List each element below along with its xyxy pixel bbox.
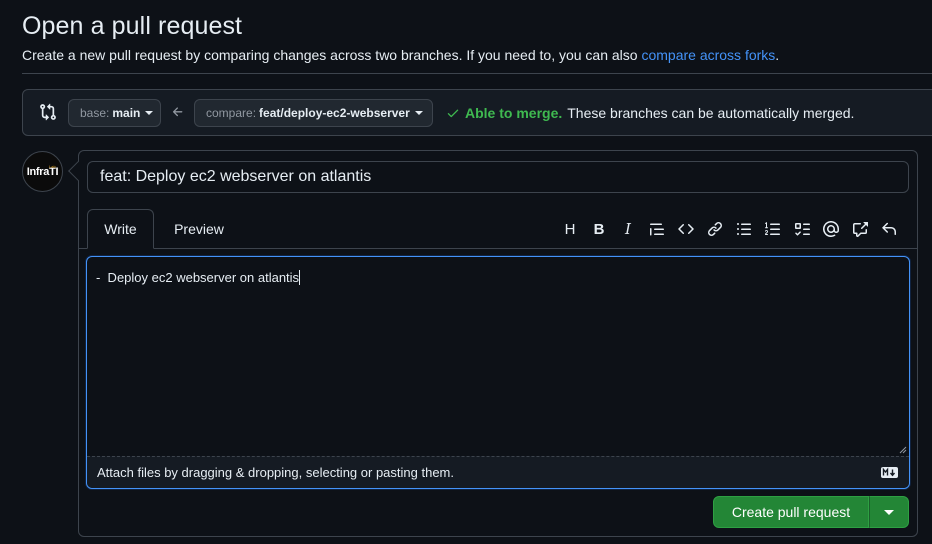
chevron-down-icon bbox=[884, 509, 894, 515]
avatar[interactable]: Lab InfraTI bbox=[22, 151, 63, 192]
resize-handle-icon[interactable] bbox=[899, 446, 907, 454]
chevron-down-icon bbox=[145, 111, 154, 115]
create-pull-request-button[interactable]: Create pull request bbox=[713, 496, 869, 528]
page-subtitle: Create a new pull request by comparing c… bbox=[22, 47, 779, 63]
merge-status: Able to merge. These branches can be aut… bbox=[446, 105, 854, 121]
code-icon bbox=[678, 223, 694, 235]
tab-write[interactable]: Write bbox=[87, 209, 154, 249]
unordered-list-button[interactable] bbox=[734, 219, 754, 239]
undo-button[interactable] bbox=[879, 219, 899, 239]
tab-preview[interactable]: Preview bbox=[163, 209, 235, 249]
mention-button[interactable] bbox=[821, 219, 841, 239]
compare-branch-name: feat/deploy-ec2-webserver bbox=[259, 106, 410, 120]
base-branch-name: main bbox=[112, 106, 141, 120]
compare-prefix: compare: bbox=[206, 106, 257, 120]
bold-button[interactable]: B bbox=[589, 219, 609, 239]
create-pull-request-group: Create pull request bbox=[713, 496, 909, 528]
check-icon bbox=[447, 109, 459, 118]
merge-status-label: Able to merge. bbox=[465, 105, 563, 121]
merge-status-description: These branches can be automatically merg… bbox=[567, 105, 855, 121]
subtitle-text: Create a new pull request by comparing c… bbox=[22, 47, 638, 63]
git-compare-icon bbox=[40, 103, 56, 121]
mention-icon bbox=[823, 221, 839, 237]
description-textarea[interactable]: - Deploy ec2 webserver on atlantis bbox=[96, 270, 301, 285]
chevron-down-icon bbox=[414, 111, 423, 115]
link-icon bbox=[707, 221, 723, 237]
base-branch-select[interactable]: base: main bbox=[68, 99, 161, 127]
task-list-button[interactable] bbox=[792, 219, 812, 239]
heading-button[interactable]: H bbox=[560, 219, 580, 239]
list-ordered-icon bbox=[765, 222, 780, 235]
cross-reference-icon bbox=[853, 222, 868, 237]
reply-icon bbox=[882, 222, 896, 235]
title-input[interactable] bbox=[87, 161, 909, 193]
subtitle-end: . bbox=[775, 47, 780, 63]
page-title: Open a pull request bbox=[22, 12, 243, 40]
ordered-list-button[interactable] bbox=[763, 219, 783, 239]
cross-reference-button[interactable] bbox=[850, 219, 870, 239]
quote-button[interactable] bbox=[647, 219, 667, 239]
attach-files-bar[interactable]: Attach files by dragging & dropping, sel… bbox=[87, 456, 909, 488]
task-list-icon bbox=[795, 223, 810, 236]
avatar-small-text: Lab bbox=[49, 164, 56, 169]
compare-across-forks-link[interactable]: compare across forks bbox=[641, 47, 775, 63]
markdown-icon bbox=[881, 467, 898, 478]
description-editor[interactable]: - Deploy ec2 webserver on atlantis Attac… bbox=[86, 256, 910, 489]
description-text: - Deploy ec2 webserver on atlantis bbox=[96, 270, 300, 285]
attach-files-text: Attach files by dragging & dropping, sel… bbox=[97, 465, 454, 480]
markdown-toolbar: H B I bbox=[560, 219, 908, 239]
arrow-left-icon bbox=[172, 107, 183, 117]
header-divider bbox=[22, 73, 932, 74]
text-cursor bbox=[299, 270, 301, 285]
list-unordered-icon bbox=[737, 223, 751, 235]
quote-icon bbox=[650, 223, 664, 236]
base-prefix: base: bbox=[80, 106, 110, 120]
link-button[interactable] bbox=[705, 219, 725, 239]
code-button[interactable] bbox=[676, 219, 696, 239]
italic-button[interactable]: I bbox=[618, 219, 638, 239]
compare-branch-select[interactable]: compare: feat/deploy-ec2-webserver bbox=[194, 99, 433, 127]
create-pull-request-dropdown[interactable] bbox=[869, 496, 909, 528]
compare-bar: base: main compare: feat/deploy-ec2-webser… bbox=[22, 89, 932, 136]
